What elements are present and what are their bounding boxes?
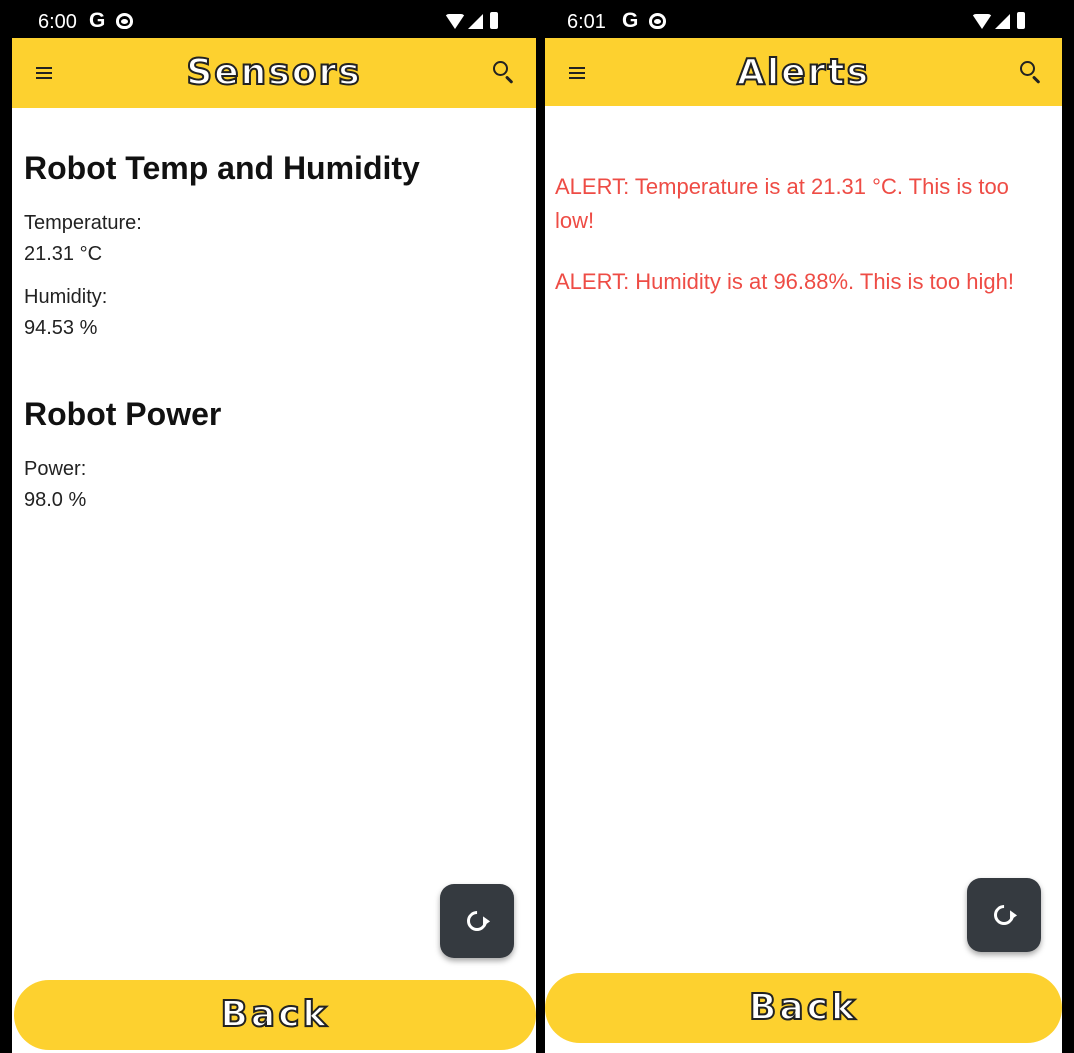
google-icon: G [622,9,639,32]
status-time: 6:01 [567,11,606,33]
system-icons [445,12,498,29]
humidity-value: 94.53 % [24,317,98,339]
humidity-label: Humidity: [24,286,108,308]
back-button[interactable]: Back [14,980,536,1050]
battery-icon [490,12,498,29]
power-label: Power: [24,458,87,480]
refresh-icon [989,900,1019,930]
search-icon[interactable] [492,60,516,84]
page-title: Sensors [185,51,362,94]
notification-icon [649,13,666,29]
sensors-content: Robot Temp and Humidity Temperature: 21.… [12,108,536,1053]
status-time: 6:00 [38,11,77,33]
signal-icon [468,14,483,29]
google-icon: G [89,9,106,32]
alert-temperature: ALERT: Temperature is at 21.31 °C. This … [555,174,1009,233]
power-value: 98.0 % [24,489,87,511]
back-button[interactable]: Back [545,973,1062,1043]
section-title-power: Robot Power [24,396,222,432]
temperature-label: Temperature: [24,212,142,234]
search-icon[interactable] [1019,60,1043,84]
wifi-icon [972,14,992,29]
app-bar: Sensors [12,38,536,108]
status-bar: 6:00 G [12,0,536,38]
alerts-content: ALERT: Temperature is at 21.31 °C. This … [545,106,1062,1053]
temperature-value: 21.31 °C [24,243,103,265]
page-title: Alerts [736,51,870,94]
signal-icon [995,14,1010,29]
app-bar: Alerts [545,38,1062,106]
section-title-temp-humidity: Robot Temp and Humidity [24,150,420,186]
wifi-icon [445,14,465,29]
refresh-button[interactable] [440,884,514,958]
status-bar: 6:01 G [545,0,1062,38]
sensors-screen: 6:00 G Sensors Robot Temp and Humidity T… [12,0,536,1053]
alert-humidity: ALERT: Humidity is at 96.88%. This is to… [555,269,1014,294]
battery-icon [1017,12,1025,29]
notification-icon [116,13,133,29]
refresh-button[interactable] [967,878,1041,952]
system-icons [972,12,1025,29]
refresh-icon [462,906,492,936]
alerts-screen: 6:01 G Alerts ALERT: Temperature is at 2… [545,0,1062,1053]
